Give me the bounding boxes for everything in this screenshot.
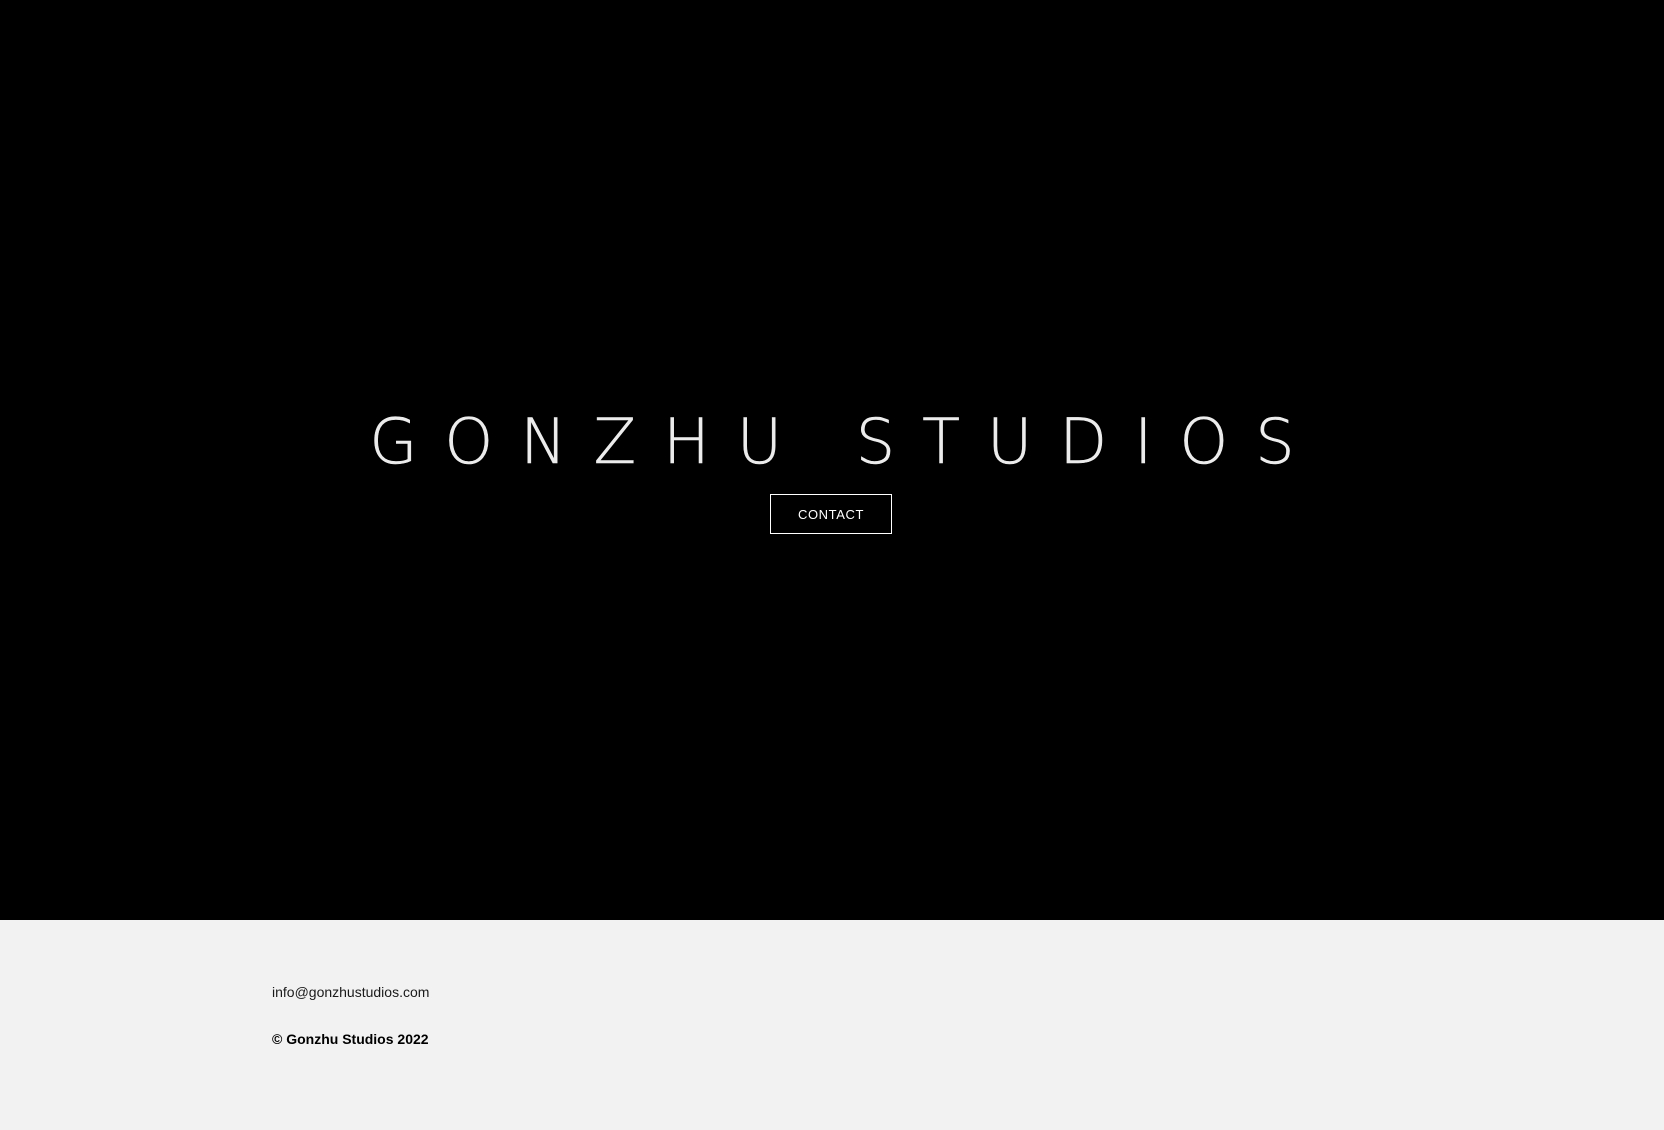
hero-section: GONZHU STUDIOS CONTACT: [0, 0, 1664, 920]
copyright-text: © Gonzhu Studios 2022: [272, 1031, 429, 1047]
site-footer: info@gonzhustudios.com © Gonzhu Studios …: [0, 920, 1664, 1130]
contact-button[interactable]: CONTACT: [770, 494, 892, 534]
email-link[interactable]: info@gonzhustudios.com: [272, 984, 429, 1000]
site-title: GONZHU STUDIOS: [369, 404, 1322, 478]
